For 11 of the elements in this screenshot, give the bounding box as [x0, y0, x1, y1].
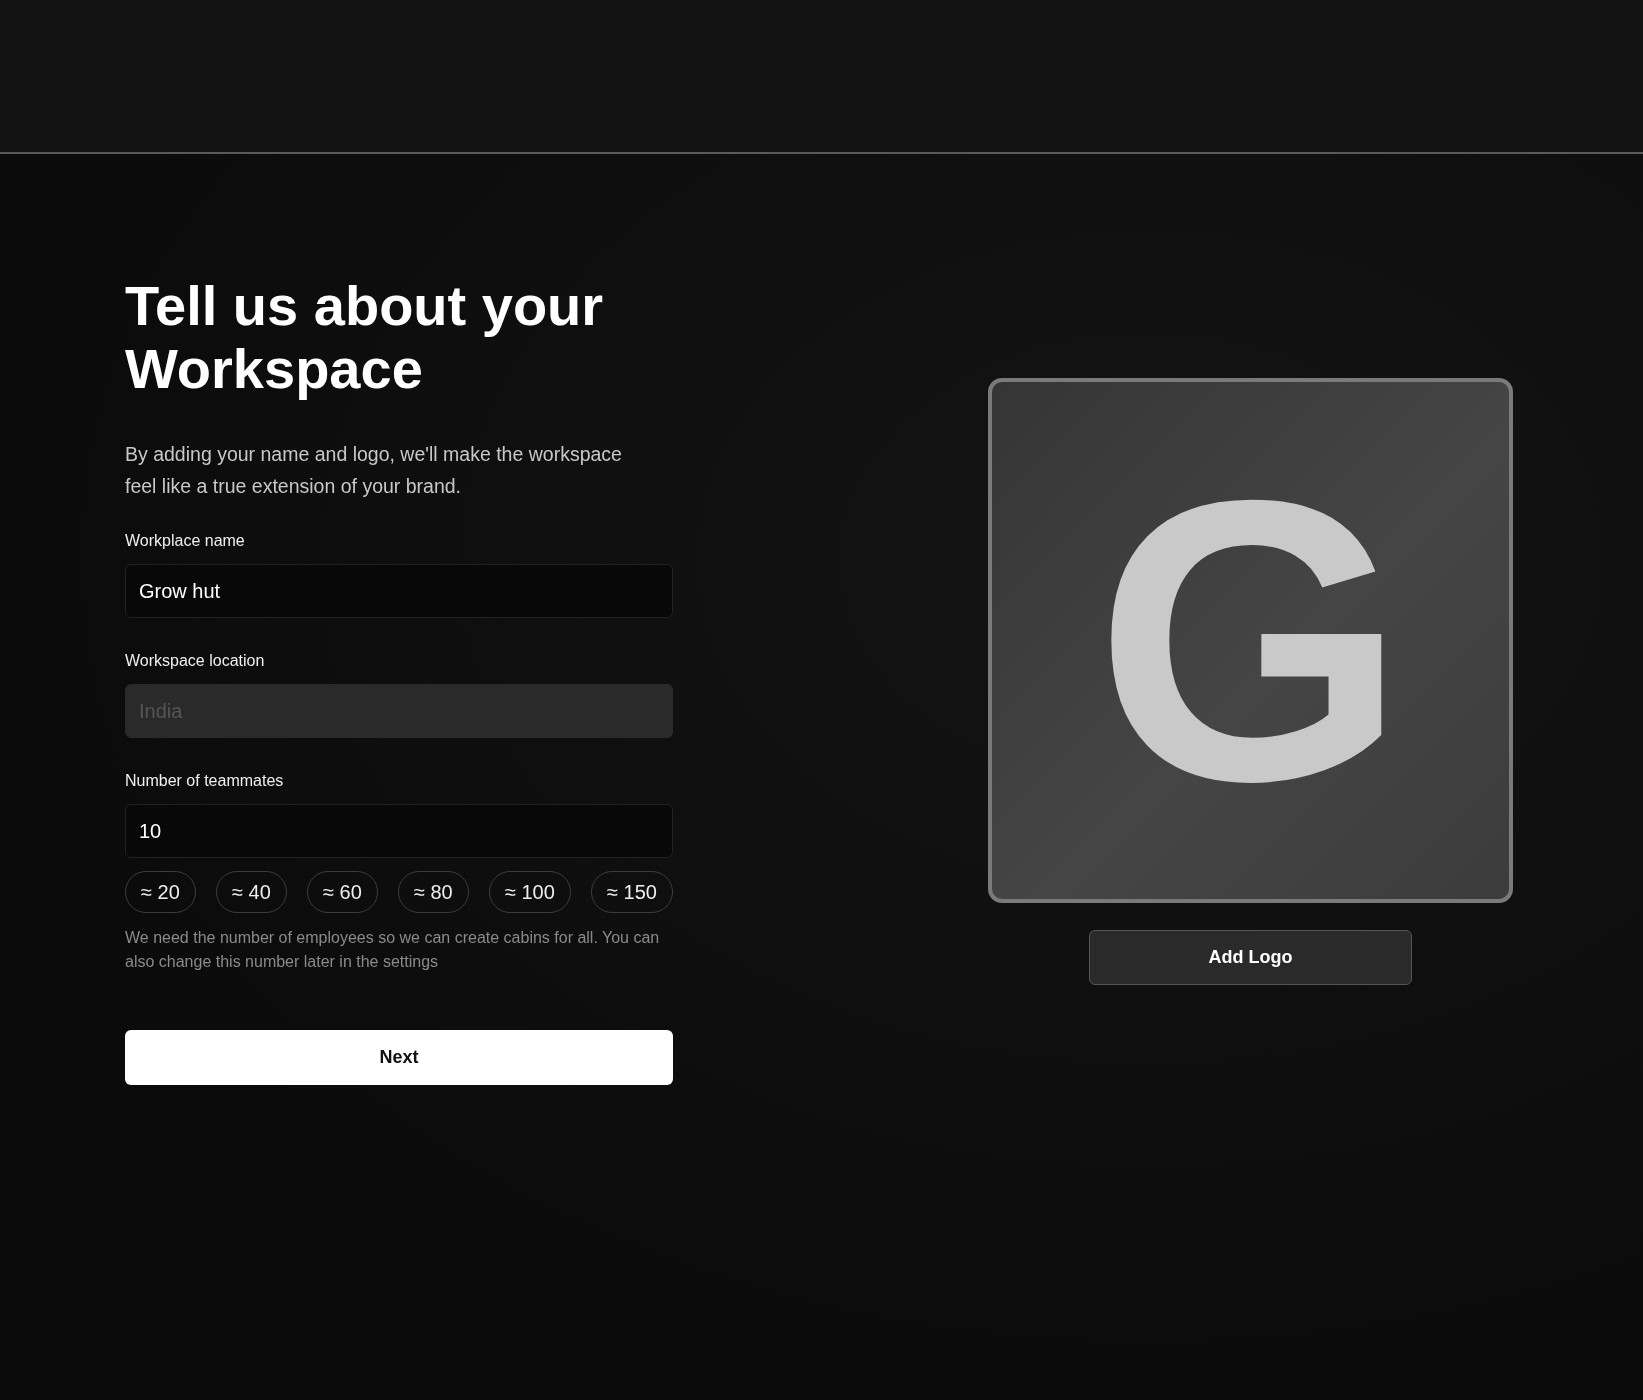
intro-text: By adding your name and logo, we'll make the workspace feel like a true extension of your brand. [125, 442, 623, 499]
input-field[interactable]: 10 [125, 804, 673, 858]
field-label: Workplace name [125, 532, 246, 550]
add-logo-button[interactable]: Add Logo [1089, 930, 1412, 985]
input-field[interactable]: Grow hut [125, 564, 673, 618]
field-label: Workspace location [125, 652, 266, 670]
help-text: We need the number of employees so we can create cabins for all. You can also change this number later in the settings [125, 928, 661, 972]
field-label: Number of teammates [125, 772, 285, 790]
logo-letter: G [1094, 440, 1407, 841]
page-title: Tell us about your Workspace [125, 274, 605, 400]
next-button[interactable]: Next [125, 1030, 673, 1085]
